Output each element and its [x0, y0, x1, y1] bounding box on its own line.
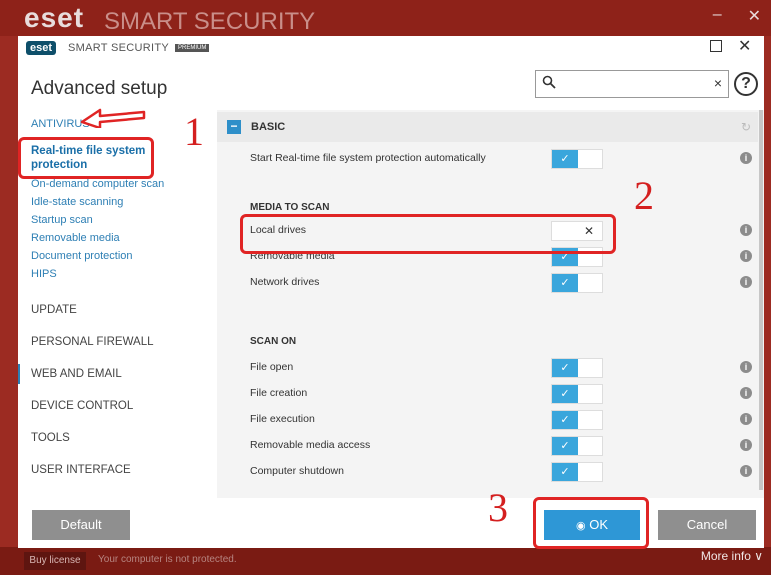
default-button[interactable]: Default	[32, 510, 130, 540]
sidebar-item-idle-scanning[interactable]: Idle-state scanning	[31, 196, 123, 208]
check-icon: ✓	[552, 411, 578, 429]
background-eset-logo: eset	[24, 2, 85, 33]
help-icon[interactable]: ?	[734, 72, 758, 96]
setting-row: File execution ✓ i	[217, 407, 764, 433]
group-title-media: MEDIA TO SCAN	[250, 202, 330, 213]
sidebar-item-update[interactable]: UPDATE	[31, 304, 77, 316]
setting-label: File open	[250, 361, 294, 373]
annotation-box-ok-button	[533, 497, 649, 549]
sidebar-section-marker	[18, 364, 20, 384]
more-info-link[interactable]: More info ∨	[701, 549, 763, 563]
sidebar-item-removable-media[interactable]: Removable media	[31, 232, 120, 244]
product-name: SMART SECURITY	[68, 42, 169, 54]
page-title: Advanced setup	[31, 78, 168, 99]
info-icon[interactable]: i	[740, 465, 752, 477]
search-input[interactable]: ×	[535, 70, 729, 98]
background-window-controls: – ✕	[713, 6, 761, 26]
background-titlebar: eset SMART SECURITY – ✕	[0, 0, 771, 36]
toggle-switch[interactable]: ✓	[551, 436, 603, 456]
buy-license-button[interactable]: Buy license	[24, 552, 86, 570]
toggle-switch[interactable]: ✓	[551, 358, 603, 378]
setting-label: Computer shutdown	[250, 465, 344, 477]
setting-row: Removable media access ✓ i	[217, 433, 764, 459]
section-title: BASIC	[251, 121, 286, 133]
setting-label: Removable media access	[250, 439, 371, 451]
info-icon[interactable]: i	[740, 224, 752, 236]
check-icon: ✓	[552, 463, 578, 481]
sidebar-item-tools[interactable]: TOOLS	[31, 432, 70, 444]
setting-label: Start Real-time file system protection a…	[250, 152, 486, 164]
setting-row: Computer shutdown ✓ i	[217, 459, 764, 485]
toggle-switch[interactable]: ✓	[551, 149, 603, 169]
toggle-switch[interactable]: ✓	[551, 384, 603, 404]
info-icon[interactable]: i	[740, 361, 752, 373]
dialog-close-icon[interactable]: ✕	[738, 36, 751, 56]
minimize-icon[interactable]: –	[713, 6, 722, 26]
annotation-arrow-icon	[80, 108, 146, 128]
setting-row: Network drives ✓ i	[217, 270, 764, 296]
dialog-footer: Default ◉ OK Cancel	[18, 498, 764, 548]
sidebar-item-hips[interactable]: HIPS	[31, 268, 57, 280]
search-icon	[542, 75, 556, 92]
content-scrollbar[interactable]	[758, 110, 764, 498]
info-icon[interactable]: i	[740, 250, 752, 262]
annotation-box-local-drives	[240, 214, 616, 254]
setting-label: File creation	[250, 387, 308, 399]
sidebar-item-startup-scan[interactable]: Startup scan	[31, 214, 93, 226]
close-icon[interactable]: ✕	[748, 6, 761, 26]
check-icon: ✓	[552, 359, 578, 377]
setting-label: File execution	[250, 413, 315, 425]
sidebar-item-document-protection[interactable]: Document protection	[31, 250, 133, 262]
annotation-number-3: 3	[488, 485, 508, 530]
info-icon[interactable]: i	[740, 276, 752, 288]
info-icon[interactable]: i	[740, 413, 752, 425]
premium-badge: PREMIUM	[175, 44, 210, 52]
sidebar-item-ondemand-scan[interactable]: On-demand computer scan	[31, 178, 164, 190]
toggle-switch[interactable]: ✓	[551, 273, 603, 293]
sidebar-item-device-control[interactable]: DEVICE CONTROL	[31, 400, 133, 412]
section-header-basic[interactable]: − BASIC ↻	[217, 112, 764, 142]
info-icon[interactable]: i	[740, 439, 752, 451]
setting-row: File creation ✓ i	[217, 381, 764, 407]
sidebar-item-user-interface[interactable]: USER INTERFACE	[31, 464, 131, 476]
settings-content: − BASIC ↻ Start Real-time file system pr…	[217, 110, 764, 498]
protection-status-text: Your computer is not protected.	[98, 554, 237, 565]
search-clear-icon[interactable]: ×	[714, 75, 722, 91]
scrollbar-thumb[interactable]	[759, 110, 763, 490]
info-icon[interactable]: i	[740, 387, 752, 399]
check-icon: ✓	[552, 274, 578, 292]
setting-label: Network drives	[250, 276, 320, 288]
collapse-icon[interactable]: −	[227, 120, 241, 134]
revert-icon[interactable]: ↻	[741, 120, 751, 134]
sidebar-item-web-and-email[interactable]: WEB AND EMAIL	[31, 368, 122, 380]
toggle-switch[interactable]: ✓	[551, 462, 603, 482]
group-title-scan-on: SCAN ON	[250, 336, 297, 347]
info-icon[interactable]: i	[740, 152, 752, 164]
sidebar-item-personal-firewall[interactable]: PERSONAL FIREWALL	[31, 336, 154, 348]
eset-logo: eset	[26, 41, 57, 55]
annotation-number-1: 1	[184, 109, 204, 154]
check-icon: ✓	[552, 150, 578, 168]
annotation-box-sidebar	[18, 137, 154, 179]
background-product-name: SMART SECURITY	[104, 8, 316, 35]
maximize-icon[interactable]	[710, 40, 722, 52]
setting-row: Start Real-time file system protection a…	[217, 146, 764, 172]
check-icon: ✓	[552, 437, 578, 455]
annotation-number-2: 2	[634, 173, 654, 218]
check-icon: ✓	[552, 385, 578, 403]
dialog-titlebar: eset SMART SECURITY PREMIUM ✕	[18, 36, 764, 62]
setting-row: File open ✓ i	[217, 355, 764, 381]
toggle-switch[interactable]: ✓	[551, 410, 603, 430]
cancel-button[interactable]: Cancel	[658, 510, 756, 540]
